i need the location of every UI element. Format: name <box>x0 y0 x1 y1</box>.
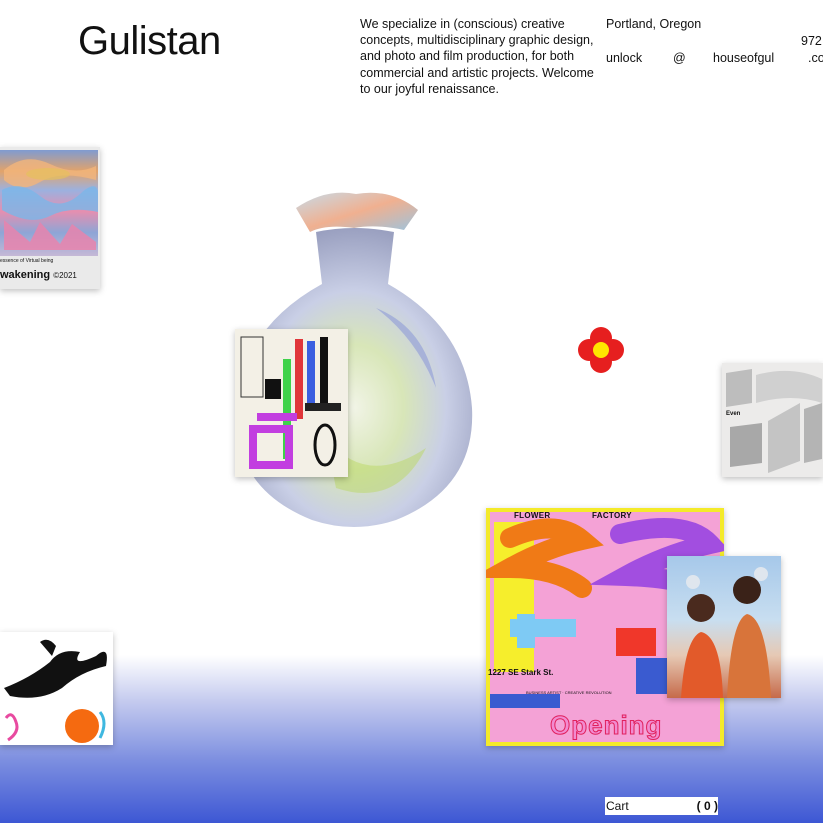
cart-button[interactable]: Cart ( 0 ) <box>605 797 718 815</box>
cart-label: Cart <box>606 799 629 813</box>
phone-link[interactable]: 972 <box>801 33 822 49</box>
even-label: Even <box>726 411 741 417</box>
project-card-quds[interactable] <box>235 329 348 477</box>
email-part-user[interactable]: unlock <box>606 50 642 66</box>
ff-address: 1227 SE Stark St. <box>488 668 554 677</box>
site-logo[interactable]: Gulistan <box>78 18 221 64</box>
flower-icon[interactable] <box>577 326 625 374</box>
awakening-fine-print: essence of Virtual being <box>0 258 54 264</box>
email-part-tld[interactable]: .co <box>808 50 823 66</box>
ff-title-left: FLOWER <box>514 511 551 520</box>
email-part-domain[interactable]: houseofgul <box>713 50 774 66</box>
awakening-caption: wakening ©2021 <box>0 269 77 281</box>
project-card-awakening[interactable]: essence of Virtual being wakening ©2021 <box>0 147 100 289</box>
project-card-calligraphy[interactable] <box>0 632 113 745</box>
awakening-artwork <box>0 150 99 256</box>
project-card-photo[interactable] <box>667 556 781 698</box>
cart-count: ( 0 ) <box>696 799 718 813</box>
location-text: Portland, Oregon <box>606 17 702 31</box>
project-card-3d-type[interactable]: Even <box>722 363 823 477</box>
ff-big-text: Opening <box>549 710 663 741</box>
email-part-at[interactable]: @ <box>673 50 686 66</box>
intro-text: We specialize in (conscious) creative co… <box>360 17 594 96</box>
ff-subtitle: BUSINESS ARTIST · CREATIVE REVOLUTION <box>526 690 612 695</box>
ff-title-right: FACTORY <box>592 511 632 520</box>
